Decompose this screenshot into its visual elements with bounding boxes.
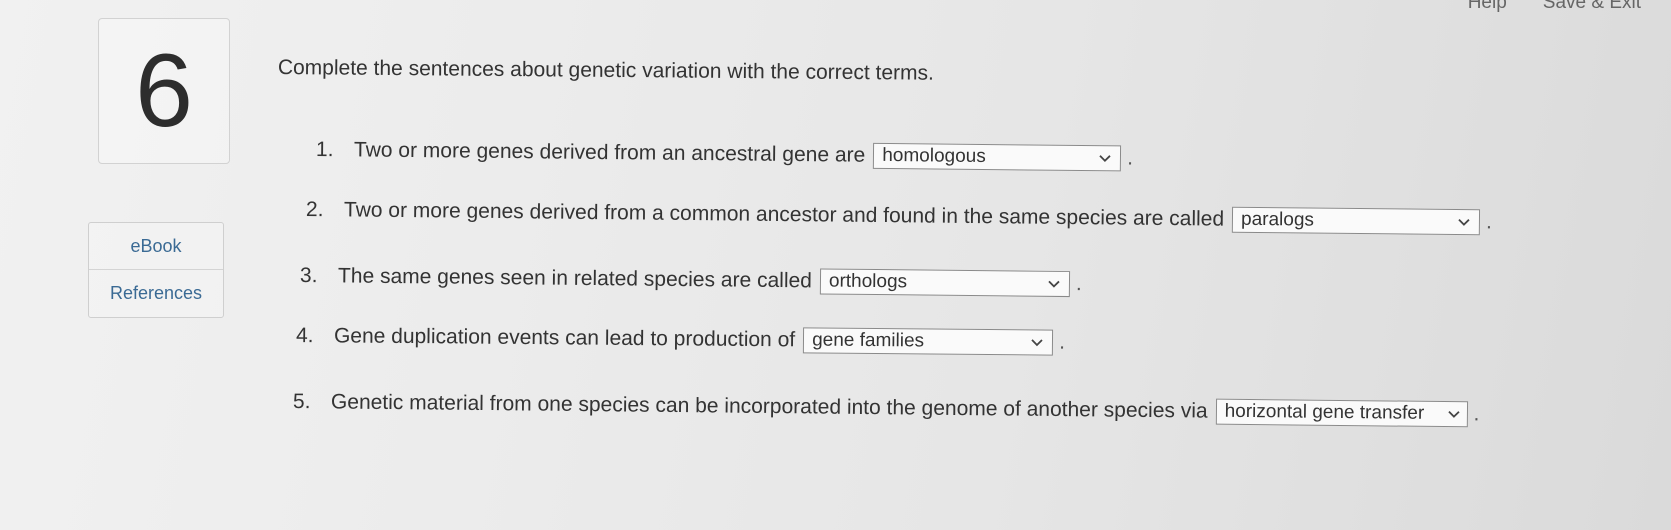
item-number: 3. [299,264,318,288]
sentence-item: 3. The same genes seen in related specie… [299,263,1082,298]
answer-dropdown[interactable]: paralogs [1231,206,1481,236]
sentence-period: . [1059,330,1066,354]
references-link[interactable]: References [89,269,223,316]
sentence-period: . [1127,146,1134,170]
item-text: Gene duplication events can lead to prod… [333,324,796,352]
chevron-down-icon [1458,218,1470,226]
question-prompt: Complete the sentences about genetic var… [277,56,934,85]
sentence-item: 4. Gene duplication events can lead to p… [296,323,1065,356]
dropdown-selected-value: paralogs [1240,208,1315,231]
item-number: 5. [292,390,311,414]
item-text: Two or more genes derived from an ancest… [353,138,866,167]
top-toolbar: Help Save & Exit [1468,0,1641,14]
item-text: Genetic material from one species can be… [330,390,1208,423]
sentence-item: 1. Two or more genes derived from an anc… [316,137,1133,172]
chevron-down-icon [1099,155,1111,163]
sentence-item: 2. Two or more genes derived from a comm… [305,197,1493,236]
question-number: 6 [98,18,230,164]
item-text: Two or more genes derived from a common … [343,198,1225,231]
item-number: 1. [315,138,334,162]
sentence-period: . [1473,402,1480,426]
chevron-down-icon [1048,280,1060,288]
answer-dropdown[interactable]: homologous [873,142,1122,172]
answer-dropdown[interactable]: gene families [803,327,1054,356]
sentence-item: 5. Genetic material from one species can… [292,389,1480,428]
sentence-period: . [1485,210,1493,234]
resources-panel: eBook References [88,222,224,318]
chevron-down-icon [1031,339,1043,347]
dropdown-selected-value: orthologs [828,270,908,293]
answer-dropdown[interactable]: orthologs [819,268,1071,298]
item-number: 4. [295,324,314,348]
chevron-down-icon [1447,410,1460,418]
save-exit-link[interactable]: Save & Exit [1543,0,1641,14]
sentence-period: . [1075,272,1082,296]
answer-dropdown[interactable]: horizontal gene transfer [1215,398,1468,428]
item-text: The same genes seen in related species a… [337,264,813,293]
dropdown-selected-value: homologous [882,144,986,168]
ebook-link[interactable]: eBook [89,223,223,269]
item-number: 2. [305,198,324,222]
dropdown-selected-value: gene families [812,329,925,352]
dropdown-selected-value: horizontal gene transfer [1224,400,1425,424]
help-link[interactable]: Help [1468,0,1507,14]
